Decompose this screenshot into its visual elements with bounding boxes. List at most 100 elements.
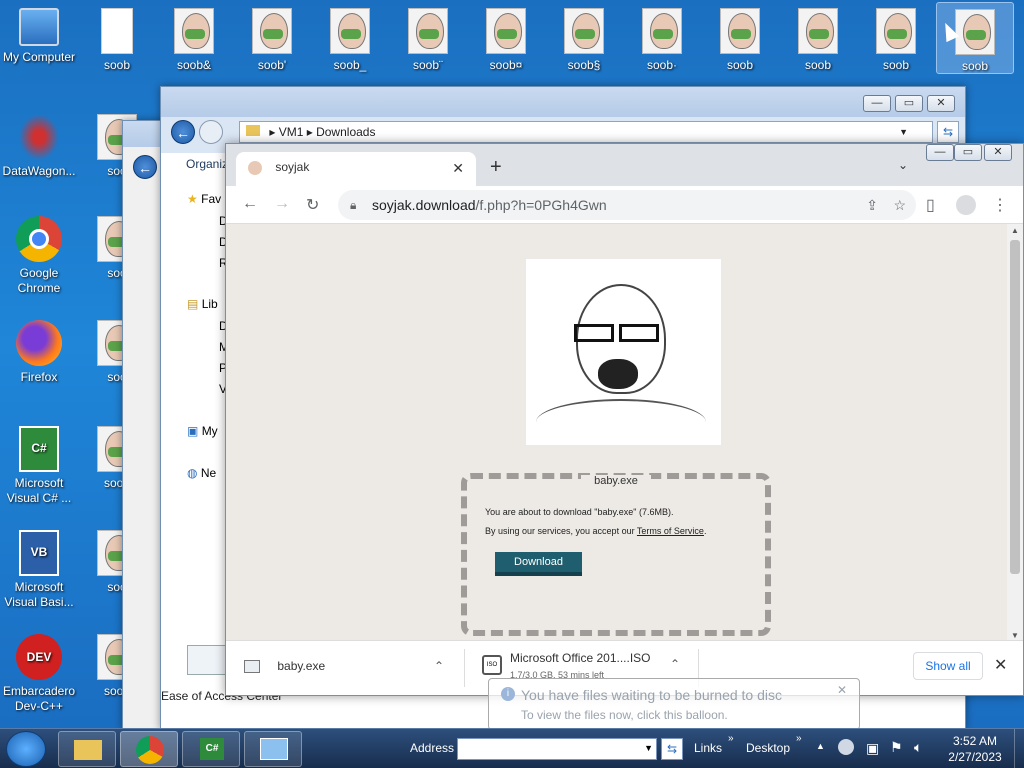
soyjak-image-icon	[174, 8, 214, 54]
desktop-icon-label: Microsoft Visual Basi...	[4, 580, 74, 609]
back-arrow-icon[interactable]: ←	[171, 120, 195, 144]
desktop-icon-soob[interactable]: soob	[857, 2, 935, 73]
desktop-icon-visual-csharp[interactable]: C# Microsoft Visual C# ...	[0, 420, 78, 506]
taskbar-app-button[interactable]	[244, 731, 302, 767]
explorer-titlebar[interactable]	[161, 87, 965, 117]
taskbar-explorer-button[interactable]	[58, 731, 116, 767]
chevron-down-icon[interactable]: ▼	[644, 743, 653, 753]
soyjak-image-icon	[955, 9, 995, 55]
close-button[interactable]: ✕	[984, 144, 1012, 161]
chrome-icon	[136, 736, 164, 764]
go-arrow-icon[interactable]: ⇆	[661, 738, 683, 760]
reload-icon[interactable]: ↻	[306, 195, 319, 215]
desktop-icon-dev-cpp[interactable]: DEV Embarcadero Dev-C++	[0, 628, 78, 714]
scroll-up-icon[interactable]: ▲	[1011, 226, 1019, 235]
tray-expand-icon[interactable]: ▲	[816, 741, 825, 751]
page-scrollbar[interactable]: ▲ ▼	[1007, 224, 1023, 642]
side-panel-icon[interactable]: ▯	[926, 195, 935, 215]
taskbar-address-input[interactable]: ▼	[457, 738, 657, 760]
desktop-icon-label: soob	[961, 59, 989, 73]
network-tray-icon[interactable]: ▣	[866, 740, 879, 757]
close-shelf-icon[interactable]: ✕	[994, 655, 1007, 675]
tab-soyjak[interactable]: soyjak ✕	[236, 152, 476, 186]
close-icon[interactable]: ✕	[837, 683, 847, 697]
bookmark-star-icon[interactable]: ☆	[893, 190, 906, 220]
terms-prefix: By using our services, you accept our	[485, 526, 637, 536]
my-computer-item[interactable]: ▣ My	[187, 424, 218, 438]
back-arrow-icon[interactable]: ←	[133, 155, 157, 179]
organize-menu[interactable]: Organiz	[186, 157, 228, 171]
download-item-baby-exe[interactable]: baby.exe ⌃	[244, 659, 454, 681]
info-icon: i	[501, 687, 515, 701]
desktop-chevron-icon[interactable]: »	[796, 733, 802, 744]
profile-avatar-icon[interactable]	[956, 195, 976, 215]
desktop-icon-visual-basic[interactable]: VB Microsoft Visual Basi...	[0, 524, 78, 610]
taskbar-chrome-button[interactable]	[120, 731, 178, 767]
chevron-down-icon[interactable]: ⌄	[898, 158, 908, 172]
share-icon[interactable]: ⇪	[866, 190, 878, 220]
desktop-icon-label: soob·	[646, 58, 678, 72]
desktop-icon-soob[interactable]: soob&	[155, 2, 233, 73]
maximize-button[interactable]: ▭	[954, 144, 982, 161]
desktop-icon-my-computer[interactable]: My Computer	[0, 2, 78, 65]
menu-dots-icon[interactable]: ⋮	[992, 195, 1008, 215]
taskbar-visual-csharp-button[interactable]: C#	[182, 731, 240, 767]
desktop-icon-label: soob&	[176, 58, 212, 72]
desktop-icon-soob[interactable]: soob	[701, 2, 779, 73]
forward-arrow-icon[interactable]	[199, 120, 223, 144]
breadcrumb-separator: ▸	[269, 125, 279, 139]
desktop-icon-soob[interactable]: soob¨	[389, 2, 467, 73]
scrollbar-thumb[interactable]	[1010, 240, 1020, 574]
clock[interactable]: 3:52 AM 2/27/2023	[940, 733, 1010, 765]
download-button[interactable]: Download	[495, 552, 582, 576]
address-bar[interactable]: 🔒︎ soyjak.download/f.php?h=0PGh4Gwn ⇪ ☆	[338, 190, 916, 220]
forward-arrow-icon[interactable]: →	[274, 195, 290, 213]
breadcrumb-vm1[interactable]: VM1	[279, 125, 304, 139]
burn-tray-icon[interactable]	[838, 739, 854, 755]
explorer-address-bar[interactable]: ▸ VM1 ▸ Downloads ▼	[239, 121, 933, 143]
chrome-window[interactable]: soyjak ✕ + ⌄ — ▭ ✕ ← → ↻ 🔒︎ soyjak.downl…	[225, 143, 1024, 696]
desktop-icon-soob[interactable]: soob_	[311, 2, 389, 73]
show-all-button[interactable]: Show all	[913, 652, 983, 680]
desktop-icon-google-chrome[interactable]: Google Chrome	[0, 210, 78, 296]
maximize-button[interactable]: ▭	[895, 95, 923, 112]
desktop-icon-soob[interactable]: soob·	[623, 2, 701, 73]
close-button[interactable]: ✕	[927, 95, 955, 112]
network-item[interactable]: ◍ Ne	[187, 466, 216, 480]
scroll-down-icon[interactable]: ▼	[1011, 631, 1019, 640]
chevron-up-icon[interactable]: ⌃	[670, 657, 680, 671]
desktop-icon-soob-file[interactable]: soob	[78, 2, 156, 73]
chevron-up-icon[interactable]: ⌃	[434, 659, 444, 673]
volume-icon[interactable]: 🔈︎	[914, 739, 922, 756]
desktop-icon-label: My Computer	[2, 50, 76, 64]
desktop-icon-soob[interactable]: soob§	[545, 2, 623, 73]
back-arrow-icon[interactable]: ←	[242, 195, 258, 213]
exe-file-icon	[244, 660, 260, 674]
action-center-flag-icon[interactable]: ⚑	[890, 739, 903, 756]
breadcrumb-downloads[interactable]: Downloads	[316, 125, 375, 139]
soyjak-image-icon	[798, 8, 838, 54]
refresh-icon[interactable]: ⇆	[937, 121, 959, 143]
minimize-button[interactable]: —	[926, 144, 954, 161]
links-toolbar-label[interactable]: Links	[694, 741, 722, 755]
new-tab-button[interactable]: +	[490, 156, 502, 179]
desktop-icon-firefox[interactable]: Firefox	[0, 314, 78, 385]
desktop-toolbar-label[interactable]: Desktop	[746, 741, 790, 755]
start-button[interactable]	[6, 731, 46, 767]
burn-notification-balloon[interactable]: i You have files waiting to be burned to…	[488, 678, 860, 730]
desktop-icon-soob[interactable]: soob¤	[467, 2, 545, 73]
terms-of-service-link[interactable]: Terms of Service	[637, 526, 704, 536]
desktop-icon-soob[interactable]: soob'	[233, 2, 311, 73]
links-chevron-icon[interactable]: »	[728, 733, 734, 744]
close-tab-icon[interactable]: ✕	[452, 160, 464, 177]
url-path: /f.php?h=0PGh4Gwn	[475, 197, 607, 213]
desktop-icon-datawagon[interactable]: DataWagon...	[0, 108, 78, 179]
desktop-icon-label: DataWagon...	[2, 164, 76, 178]
chevron-down-icon[interactable]: ▼	[899, 122, 908, 142]
desktop-icon-label: Embarcadero Dev-C++	[2, 684, 76, 713]
favorites-item[interactable]: ★ Fav	[187, 192, 221, 206]
show-desktop-button[interactable]	[1014, 729, 1024, 768]
libraries-item[interactable]: ▤ Lib	[187, 297, 218, 311]
minimize-button[interactable]: —	[863, 95, 891, 112]
desktop-icon-soob[interactable]: soob	[779, 2, 857, 73]
